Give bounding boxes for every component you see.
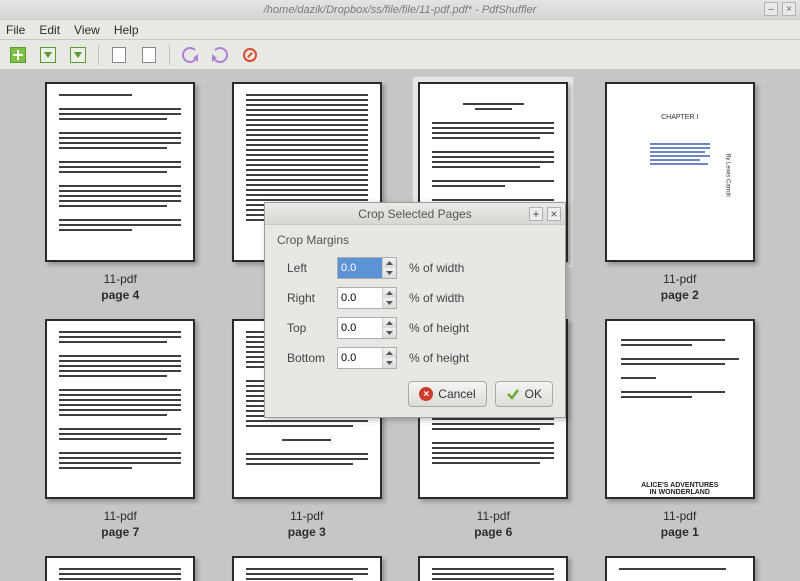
- section-label: Crop Margins: [277, 233, 553, 247]
- thumb-name: 11-pdf: [290, 509, 323, 523]
- bottom-label: Bottom: [277, 351, 337, 365]
- top-label: Top: [277, 321, 337, 335]
- left-unit: % of width: [409, 261, 464, 275]
- cancel-icon: ×: [419, 387, 433, 401]
- right-input[interactable]: [338, 288, 382, 308]
- left-spinner[interactable]: [337, 257, 397, 279]
- cancel-button[interactable]: × Cancel: [408, 381, 486, 407]
- thumb-name: 11-pdf: [104, 272, 137, 286]
- close-icon[interactable]: ×: [782, 2, 796, 16]
- page-left-button[interactable]: [107, 44, 131, 66]
- bottom-spinner[interactable]: [337, 347, 397, 369]
- spin-up-icon[interactable]: [383, 258, 396, 268]
- redo-icon: [212, 47, 228, 63]
- thumb-page: page 4: [101, 288, 139, 302]
- dialog-close-icon[interactable]: ×: [547, 207, 561, 221]
- thumb-page: page 3: [288, 525, 326, 539]
- page-thumbnail[interactable]: CHAPTER I By Lewis Carroll 11-pdfpage 2: [596, 76, 765, 303]
- cancel-label: Cancel: [438, 387, 475, 401]
- dialog-maximize-icon[interactable]: +: [529, 207, 543, 221]
- page-thumbnail[interactable]: 11-pdf page 4: [36, 76, 205, 303]
- bottom-unit: % of height: [409, 351, 469, 365]
- ok-icon: [506, 387, 520, 401]
- right-spinner[interactable]: [337, 287, 397, 309]
- top-unit: % of height: [409, 321, 469, 335]
- undo-icon: [182, 47, 198, 63]
- menu-help[interactable]: Help: [114, 23, 139, 37]
- import-button[interactable]: [36, 44, 60, 66]
- dialog-titlebar[interactable]: Crop Selected Pages + ×: [265, 203, 565, 225]
- thumb-page: page 1: [661, 525, 699, 539]
- export-icon: [70, 47, 86, 63]
- toolbar: [0, 40, 800, 70]
- left-label: Left: [277, 261, 337, 275]
- titlebar: /home/dazik/Dropbox/ss/file/file/11-pdf.…: [0, 0, 800, 20]
- thumb-page: page 6: [474, 525, 512, 539]
- thumb-name: 11-pdf: [477, 509, 510, 523]
- dialog-title: Crop Selected Pages: [358, 207, 471, 221]
- top-spinner[interactable]: [337, 317, 397, 339]
- menubar: File Edit View Help: [0, 20, 800, 40]
- page-thumbnail[interactable]: [596, 550, 765, 581]
- window-title: /home/dazik/Dropbox/ss/file/file/11-pdf.…: [264, 4, 537, 16]
- spin-up-icon[interactable]: [383, 318, 396, 328]
- thumb-name: 11-pdf: [663, 272, 696, 286]
- spin-down-icon[interactable]: [383, 358, 396, 368]
- export-button[interactable]: [66, 44, 90, 66]
- delete-button[interactable]: [238, 44, 262, 66]
- title-text-1: ALICE'S ADVENTURES: [621, 482, 739, 489]
- minimize-icon[interactable]: –: [764, 2, 778, 16]
- thumb-name: 11-pdf: [104, 509, 137, 523]
- page-right-button[interactable]: [137, 44, 161, 66]
- page-thumbnail[interactable]: [409, 550, 578, 581]
- bottom-input[interactable]: [338, 348, 382, 368]
- spin-down-icon[interactable]: [383, 328, 396, 338]
- page-thumbnail[interactable]: ALICE'S ADVENTURES IN WONDERLAND 11-pdf p…: [596, 313, 765, 540]
- spin-down-icon[interactable]: [383, 268, 396, 278]
- top-input[interactable]: [338, 318, 382, 338]
- right-unit: % of width: [409, 291, 464, 305]
- left-input[interactable]: [338, 258, 382, 278]
- spin-up-icon[interactable]: [383, 288, 396, 298]
- menu-file[interactable]: File: [6, 23, 25, 37]
- crop-dialog: Crop Selected Pages + × Crop Margins Lef…: [264, 202, 566, 418]
- page-thumbnail[interactable]: [223, 550, 392, 581]
- separator: [169, 45, 170, 65]
- menu-view[interactable]: View: [74, 23, 100, 37]
- stop-icon: [243, 48, 257, 62]
- spin-down-icon[interactable]: [383, 298, 396, 308]
- thumb-page: page 7: [101, 525, 139, 539]
- right-label: Right: [277, 291, 337, 305]
- redo-button[interactable]: [208, 44, 232, 66]
- title-text-2: IN WONDERLAND: [621, 489, 739, 496]
- plus-icon: [10, 47, 26, 63]
- menu-edit[interactable]: Edit: [39, 23, 60, 37]
- import-icon: [40, 47, 56, 63]
- separator: [98, 45, 99, 65]
- add-button[interactable]: [6, 44, 30, 66]
- page-thumbnail[interactable]: [36, 550, 205, 581]
- ok-label: OK: [525, 387, 542, 401]
- spin-up-icon[interactable]: [383, 348, 396, 358]
- undo-button[interactable]: [178, 44, 202, 66]
- ok-button[interactable]: OK: [495, 381, 553, 407]
- page-icon: [112, 47, 126, 63]
- page-icon: [142, 47, 156, 63]
- page-thumbnail[interactable]: 11-pdf page 7: [36, 313, 205, 540]
- thumb-name: 11-pdf: [663, 509, 696, 523]
- thumb-page: page 2: [661, 288, 699, 302]
